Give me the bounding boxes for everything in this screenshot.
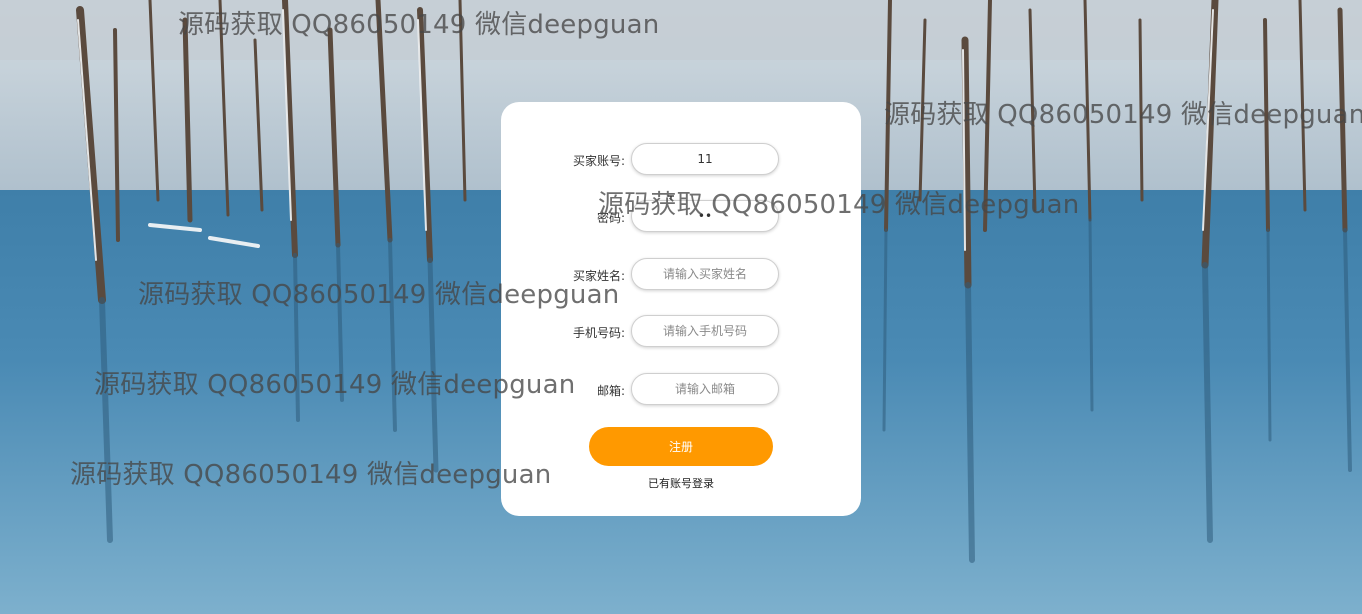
watermark-text: 源码获取 QQ86050149 微信deepguan	[70, 460, 552, 490]
login-link[interactable]: 已有账号登录	[501, 475, 861, 491]
name-field[interactable]	[631, 258, 779, 290]
phone-input[interactable]	[632, 316, 778, 346]
phone-field[interactable]	[631, 315, 779, 347]
account-input[interactable]	[632, 144, 778, 174]
email-input[interactable]	[632, 374, 778, 404]
watermark-text: 源码获取 QQ86050149 微信deepguan	[598, 190, 1080, 220]
phone-label: 手机号码:	[572, 326, 625, 340]
account-label: 买家账号:	[572, 154, 625, 168]
account-row: 买家账号:	[501, 143, 861, 209]
email-field[interactable]	[631, 373, 779, 405]
name-input[interactable]	[632, 259, 778, 289]
email-label: 邮箱:	[596, 384, 625, 398]
account-field[interactable]	[631, 143, 779, 175]
watermark-text: 源码获取 QQ86050149 微信deepguan	[138, 280, 620, 310]
phone-row: 手机号码:	[501, 315, 861, 349]
watermark-text: 源码获取 QQ86050149 微信deepguan	[94, 370, 576, 400]
register-button[interactable]: 注册	[589, 427, 773, 466]
watermark-text: 源码获取 QQ86050149 微信deepguan	[178, 10, 660, 40]
watermark-text: 源码获取 QQ86050149 微信deepguan	[884, 100, 1362, 130]
